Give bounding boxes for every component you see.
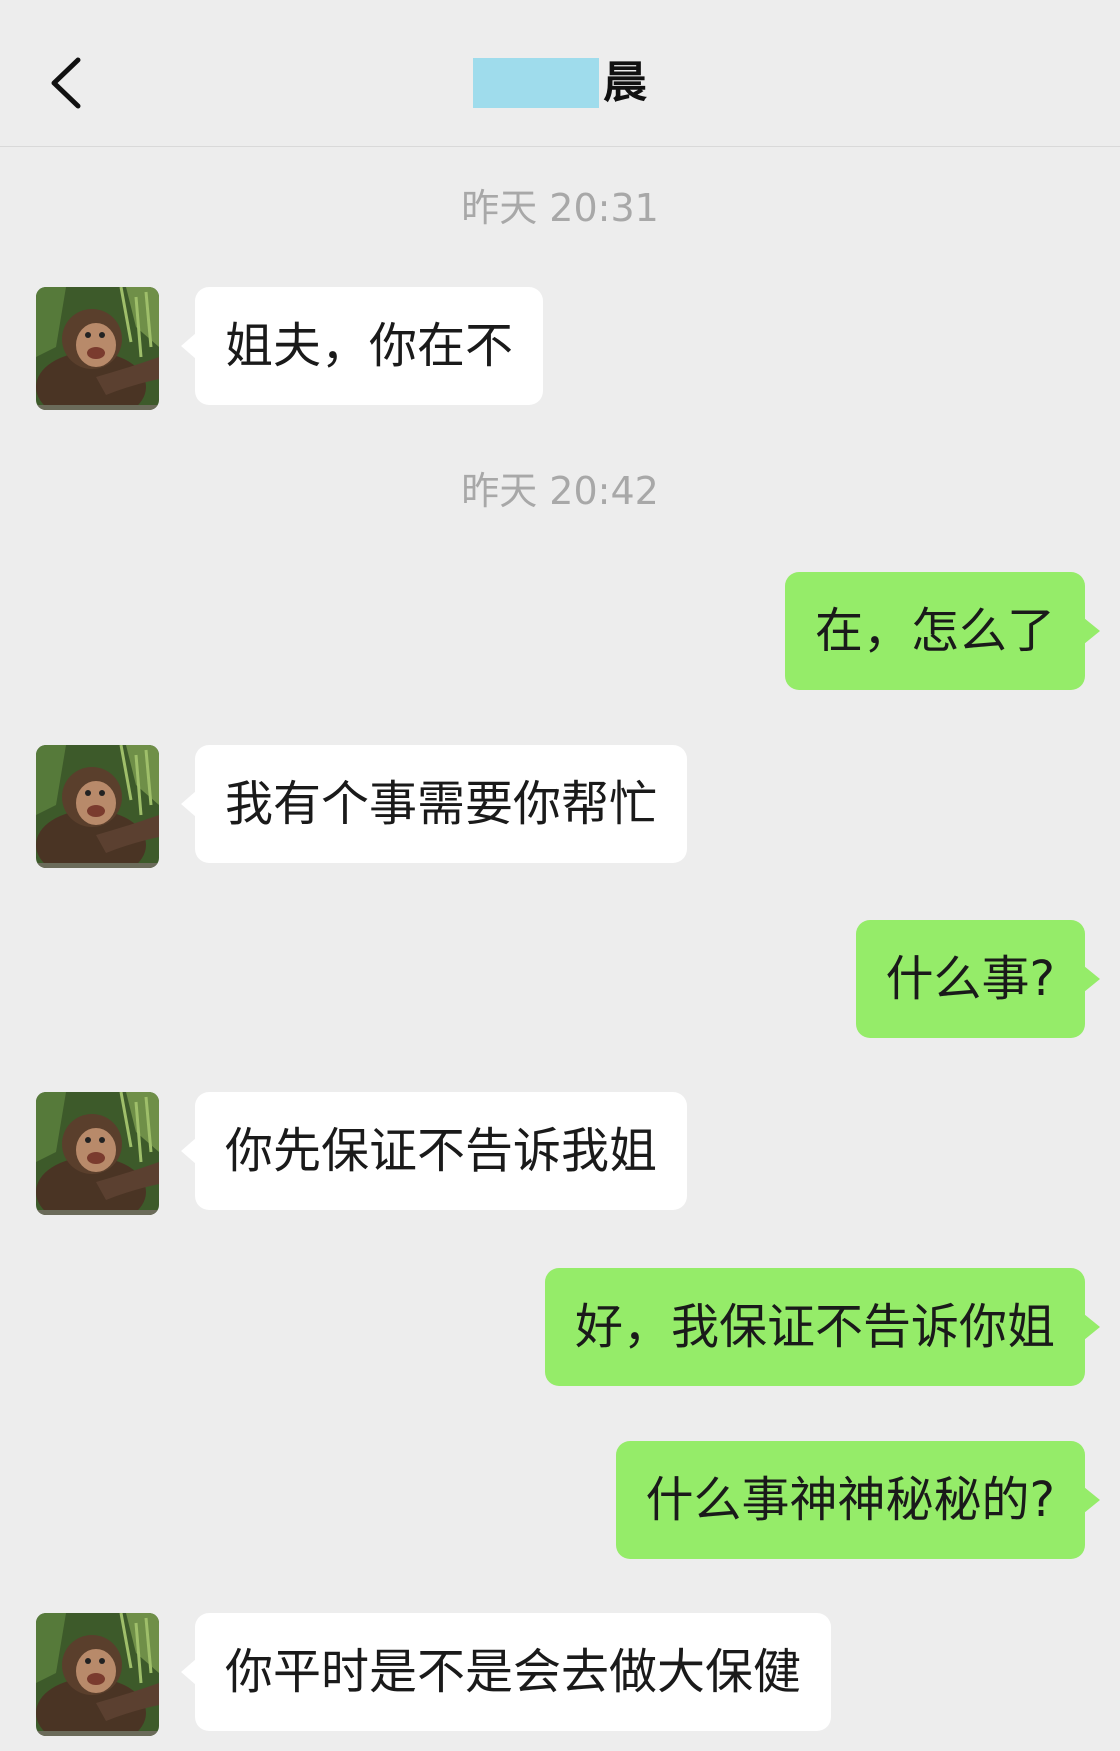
chat-title-text: 晨 <box>603 57 647 108</box>
incoming-message[interactable]: 你平时是不是会去做大保健 <box>180 1613 832 1731</box>
monkey-avatar-icon <box>36 1613 159 1736</box>
chat-header: 晨 <box>0 0 1120 147</box>
timestamp: 昨天 20:31 <box>461 186 659 230</box>
avatar[interactable] <box>36 287 159 410</box>
avatar[interactable] <box>36 1613 159 1736</box>
monkey-avatar-icon <box>36 287 159 410</box>
monkey-avatar-icon <box>36 745 159 868</box>
outgoing-message[interactable]: 什么事神神秘秘的? <box>615 1441 1101 1559</box>
incoming-message[interactable]: 姐夫，你在不 <box>180 287 544 405</box>
incoming-message[interactable]: 我有个事需要你帮忙 <box>180 745 688 863</box>
avatar[interactable] <box>36 1092 159 1215</box>
monkey-avatar-icon <box>36 1092 159 1215</box>
incoming-message[interactable]: 你先保证不告诉我姐 <box>180 1092 688 1210</box>
outgoing-message[interactable]: 在，怎么了 <box>784 572 1101 690</box>
avatar[interactable] <box>36 745 159 868</box>
redacted-name-block <box>473 58 599 108</box>
chat-title: 晨 <box>0 48 1120 118</box>
outgoing-message[interactable]: 什么事? <box>855 920 1101 1038</box>
outgoing-message[interactable]: 好，我保证不告诉你姐 <box>544 1268 1101 1386</box>
timestamp: 昨天 20:42 <box>461 469 659 513</box>
